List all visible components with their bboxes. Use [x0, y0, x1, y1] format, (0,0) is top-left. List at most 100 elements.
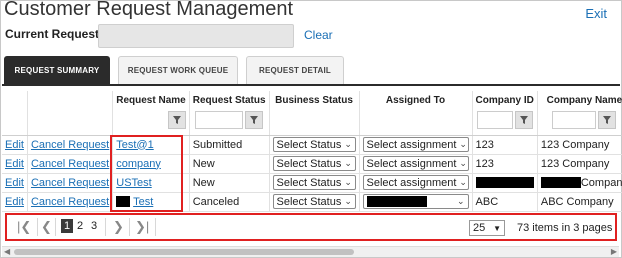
column-header-business-status: Business Status	[269, 91, 360, 136]
filter-icon[interactable]	[598, 111, 617, 129]
cancel-request-link[interactable]: Cancel Request	[31, 177, 109, 189]
current-request-label: Current Request	[5, 27, 100, 41]
business-status-select[interactable]: Select Status ⌄	[272, 194, 356, 209]
request-table: Request Name Request Status Business Sta…	[2, 91, 622, 212]
next-page-icon[interactable]: ❯	[113, 219, 124, 235]
table-row: Edit Cancel Request Test Canceled Select…	[2, 192, 622, 212]
divider	[55, 218, 56, 236]
redacted-text	[116, 196, 131, 208]
company-name: 123 Company	[537, 154, 622, 174]
select-value: Select assignment	[366, 157, 457, 170]
assignment-select[interactable]: Select assignment ⌄	[362, 156, 469, 171]
column-header-company-id: Company ID	[472, 91, 538, 136]
select-value: Select Status	[276, 176, 342, 189]
current-request-input[interactable]	[98, 24, 294, 48]
select-value: Select Status	[276, 138, 342, 151]
scroll-left-icon[interactable]: ◀	[4, 247, 10, 256]
request-name-link[interactable]: USTest	[116, 177, 151, 189]
scroll-right-icon[interactable]: ▶	[611, 247, 617, 256]
column-label: Company Name	[546, 95, 622, 106]
company-id: ABC	[472, 192, 538, 212]
page-title: Customer Request Management	[4, 0, 294, 20]
tab-request-detail[interactable]: REQUEST DETAIL	[246, 56, 344, 84]
exit-link[interactable]: Exit	[585, 6, 607, 21]
prev-page-icon[interactable]: ❮	[41, 219, 52, 235]
company-id: 123	[472, 154, 538, 174]
tab-request-work-queue[interactable]: REQUEST WORK QUEUE	[118, 56, 238, 84]
business-status-select[interactable]: Select Status ⌄	[272, 175, 356, 190]
chevron-down-icon: ▼	[493, 223, 501, 233]
table-header-row: Request Name Request Status Business Sta…	[2, 91, 622, 136]
divider	[105, 218, 106, 236]
pager: |❮ ❮ 1 2 3 ❯ ❯| 25 ▼ 73 items in 3 pages	[7, 214, 616, 240]
filter-row	[193, 111, 266, 129]
filter-icon[interactable]	[245, 111, 264, 129]
company-name: Company	[580, 176, 622, 189]
filter-row	[476, 111, 534, 129]
cancel-request-link[interactable]: Cancel Request	[31, 196, 109, 208]
scrollbar-thumb[interactable]	[14, 249, 354, 255]
assignment-select[interactable]: Select assignment ⌄	[362, 175, 469, 190]
chevron-down-icon: ⌄	[344, 177, 352, 187]
column-header-edit	[2, 91, 28, 136]
request-status: New	[189, 173, 270, 193]
table-row: Edit Cancel Request USTest New Select St…	[2, 173, 622, 193]
select-value: Select Status	[276, 195, 342, 208]
request-status: Submitted	[189, 135, 270, 155]
column-label: Request Name	[116, 95, 186, 106]
request-name-link[interactable]: Test@1	[116, 139, 153, 151]
cancel-request-link[interactable]: Cancel Request	[31, 158, 109, 170]
page-number[interactable]: 3	[91, 220, 97, 232]
horizontal-scrollbar[interactable]: ◀ ▶	[2, 246, 619, 257]
first-page-icon[interactable]: |❮	[17, 219, 31, 235]
chevron-down-icon: ⌄	[459, 177, 467, 187]
filter-row	[541, 111, 622, 129]
assignment-select[interactable]: ⌄	[362, 193, 469, 209]
chevron-down-icon: ⌄	[344, 196, 352, 206]
column-header-request-name: Request Name	[112, 91, 190, 136]
request-name-link[interactable]: Test	[133, 196, 153, 208]
cancel-request-link[interactable]: Cancel Request	[31, 139, 109, 151]
divider	[155, 218, 156, 236]
select-value: Select assignment	[366, 176, 457, 189]
page-size-select[interactable]: 25 ▼	[469, 220, 505, 236]
filter-input[interactable]	[552, 111, 597, 129]
divider	[37, 218, 38, 236]
page-number[interactable]: 2	[77, 220, 83, 232]
company-name: ABC Company	[537, 192, 622, 212]
column-label: Request Status	[192, 95, 266, 106]
request-status: Canceled	[189, 192, 270, 212]
edit-link[interactable]: Edit	[5, 158, 24, 170]
column-header-cancel	[27, 91, 114, 136]
edit-link[interactable]: Edit	[5, 196, 24, 208]
select-value: Select assignment	[366, 138, 457, 151]
select-value: Select Status	[276, 157, 342, 170]
company-id: 123	[472, 135, 538, 155]
filter-input[interactable]	[476, 111, 513, 129]
last-page-icon[interactable]: ❯|	[135, 219, 149, 235]
tab-underline	[2, 84, 620, 86]
chevron-down-icon: ⌄	[344, 158, 352, 168]
business-status-select[interactable]: Select Status ⌄	[272, 156, 356, 171]
request-name-link[interactable]: company	[116, 158, 161, 170]
assignment-select[interactable]: Select assignment ⌄	[362, 137, 469, 152]
edit-link[interactable]: Edit	[5, 177, 24, 189]
filter-row	[116, 111, 186, 129]
filter-icon[interactable]	[167, 111, 186, 129]
clear-link[interactable]: Clear	[304, 28, 333, 42]
column-header-assigned-to: Assigned To	[359, 91, 473, 136]
column-header-company-name: Company Name	[537, 91, 622, 136]
filter-icon[interactable]	[514, 111, 533, 129]
redacted-text	[540, 177, 581, 189]
chevron-down-icon: ⌄	[344, 139, 352, 149]
filter-input[interactable]	[195, 111, 244, 129]
chevron-down-icon: ⌄	[459, 158, 467, 168]
redacted-company-id	[475, 177, 534, 189]
column-label: Company ID	[475, 95, 534, 106]
tab-request-summary[interactable]: REQUEST SUMMARY	[4, 56, 110, 84]
table-row: Edit Cancel Request Test@1 Submitted Sel…	[2, 135, 622, 155]
page-number-active[interactable]: 1	[61, 219, 74, 233]
pager-info: 73 items in 3 pages	[517, 222, 613, 234]
edit-link[interactable]: Edit	[5, 139, 24, 151]
business-status-select[interactable]: Select Status ⌄	[272, 137, 356, 152]
